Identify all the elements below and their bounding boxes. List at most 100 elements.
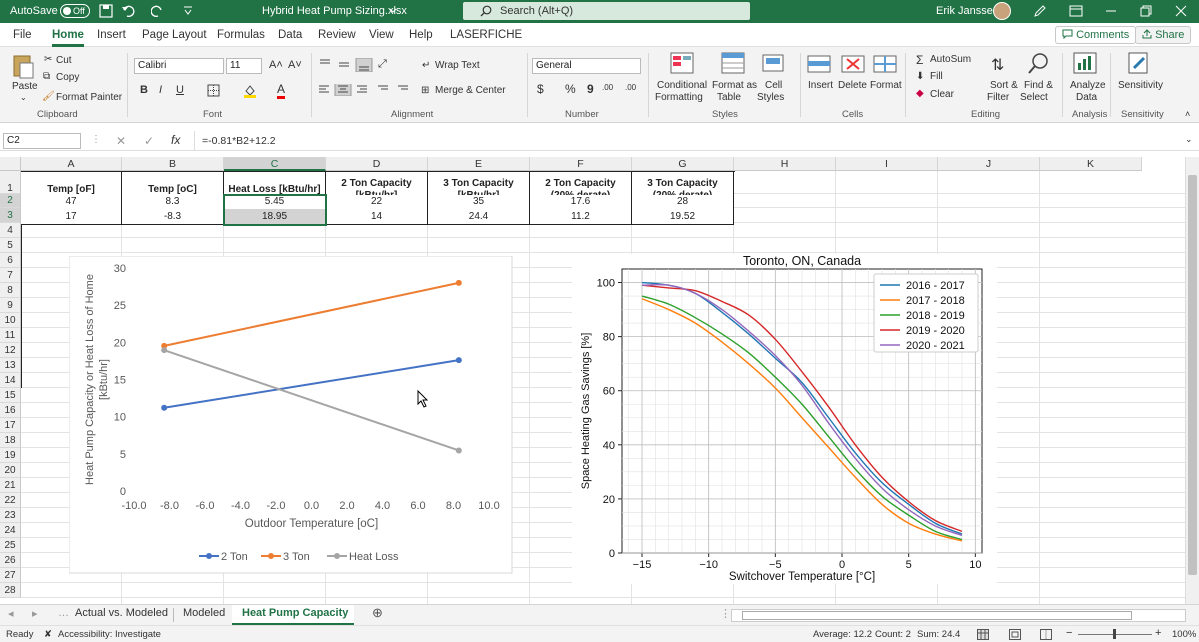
normal-view-icon[interactable] [977, 629, 989, 640]
row-header-22[interactable]: 22 [0, 493, 21, 508]
prev-sheet-icon[interactable]: ◂ [8, 607, 14, 620]
data-point[interactable] [161, 404, 168, 411]
underline-icon[interactable]: U [176, 84, 184, 96]
cell-styles-label2[interactable]: Styles [757, 92, 784, 103]
delete-cells-button[interactable]: Delete [838, 80, 867, 91]
row-header-4[interactable]: 4 [0, 223, 21, 238]
column-header-j[interactable]: J [938, 157, 1040, 171]
row-header-2[interactable]: 2 [0, 194, 21, 208]
font-size-select[interactable]: 11 [226, 58, 262, 74]
clear-button[interactable]: Clear [930, 89, 954, 100]
sheet-tab-actual-vs-modeled[interactable]: Actual vs. Modeled [75, 607, 168, 619]
cancel-icon[interactable]: ✕ [116, 134, 126, 148]
table-cell[interactable]: -8.3 [122, 209, 224, 225]
table-cell[interactable]: 35 [428, 195, 530, 210]
row-header-16[interactable]: 16 [0, 403, 21, 418]
delete-cells-icon[interactable] [841, 52, 867, 76]
analyze-data-icon[interactable] [1073, 52, 1099, 76]
active-sheet-tab[interactable]: Heat Pump Capacity [232, 605, 354, 625]
avatar[interactable] [993, 2, 1011, 20]
analyze-data-label1[interactable]: Analyze [1070, 80, 1106, 91]
increase-decimal-icon[interactable]: .00 [602, 83, 613, 92]
sort-filter-label1[interactable]: Sort & [990, 80, 1018, 91]
horizontal-scrollbar[interactable] [731, 609, 1186, 622]
redo-icon[interactable] [151, 4, 165, 18]
wrap-text-button[interactable]: Wrap Text [435, 60, 480, 71]
select-all-button[interactable] [0, 157, 21, 171]
row-header-13[interactable]: 13 [0, 358, 21, 373]
find-select-icon[interactable] [1027, 52, 1051, 76]
save-icon[interactable] [99, 4, 113, 18]
expand-formula-bar-icon[interactable]: ⌄ [1185, 134, 1193, 145]
horizontal-align-icons[interactable] [318, 84, 410, 96]
conditional-formatting-icon[interactable] [670, 52, 696, 76]
row-header-3[interactable]: 3 [0, 208, 21, 223]
row-header-25[interactable]: 25 [0, 538, 21, 553]
pen-icon[interactable] [1033, 4, 1047, 18]
row-header-26[interactable]: 26 [0, 553, 21, 568]
data-point[interactable] [161, 347, 168, 354]
row-header-24[interactable]: 24 [0, 523, 21, 538]
table-cell[interactable]: 14 [326, 209, 428, 225]
table-cell[interactable]: 17 [21, 209, 122, 225]
restore-icon[interactable] [1140, 5, 1152, 17]
tab-review[interactable]: Review [318, 29, 356, 41]
column-header-i[interactable]: I [836, 157, 938, 171]
table-cell[interactable]: 47 [21, 195, 122, 210]
row-header-21[interactable]: 21 [0, 478, 21, 493]
row-header-28[interactable]: 28 [0, 583, 21, 598]
ribbon-display-icon[interactable] [1069, 5, 1083, 17]
share-button[interactable]: Share [1135, 26, 1192, 44]
row-header-6[interactable]: 6 [0, 253, 21, 268]
column-header-d[interactable]: D [326, 157, 428, 171]
conditional-formatting-label1[interactable]: Conditional [657, 80, 707, 91]
vertical-align-icons[interactable] [318, 58, 378, 72]
copy-button[interactable]: Copy [56, 72, 79, 83]
borders-icon[interactable] [207, 84, 221, 97]
user-name[interactable]: Erik Janssen [936, 5, 999, 17]
table-cell[interactable]: 28 [632, 195, 734, 210]
search-box[interactable]: Search (Alt+Q) [463, 2, 750, 20]
row-header-11[interactable]: 11 [0, 328, 21, 343]
count-status[interactable]: Count: 2 [875, 629, 911, 640]
column-header-c[interactable]: C [224, 157, 326, 171]
sum-status[interactable]: Sum: 24.4 [917, 629, 960, 640]
zoom-in-icon[interactable]: + [1155, 627, 1161, 639]
format-cells-icon[interactable] [873, 52, 899, 76]
font-color-icon[interactable]: A [277, 82, 286, 99]
column-header-k[interactable]: K [1040, 157, 1142, 171]
sheet-tab-modeled[interactable]: Modeled [183, 607, 225, 619]
row-header-20[interactable]: 20 [0, 463, 21, 478]
row-header-5[interactable]: 5 [0, 238, 21, 253]
name-box[interactable]: C2 [3, 133, 81, 149]
undo-icon[interactable] [121, 4, 137, 18]
bold-icon[interactable]: B [140, 84, 148, 96]
tab-page-layout[interactable]: Page Layout [142, 29, 207, 41]
row-header-14[interactable]: 14 [0, 373, 21, 388]
decrease-decimal-icon[interactable]: .00 [625, 83, 636, 92]
cell-styles-label1[interactable]: Cell [765, 80, 782, 91]
row-header-17[interactable]: 17 [0, 418, 21, 433]
font-name-select[interactable]: Calibri [134, 58, 224, 74]
vertical-scrollbar[interactable] [1185, 157, 1199, 604]
fill-color-icon[interactable] [243, 83, 257, 98]
comma-icon[interactable]: 9 [587, 82, 594, 96]
paste-button[interactable]: Paste [12, 81, 38, 92]
insert-cells-button[interactable]: Insert [808, 80, 833, 91]
paste-icon[interactable] [12, 53, 34, 79]
percent-icon[interactable]: % [565, 82, 576, 96]
italic-icon[interactable]: I [159, 84, 162, 96]
sort-filter-label2[interactable]: Filter [987, 92, 1009, 103]
collapse-ribbon-icon[interactable]: ˄ [1185, 109, 1190, 119]
table-cell[interactable]: 19.52 [632, 209, 734, 225]
format-as-table-label2[interactable]: Table [717, 92, 741, 103]
data-point[interactable] [455, 447, 462, 454]
page-break-view-icon[interactable] [1040, 629, 1052, 640]
tab-help[interactable]: Help [409, 29, 433, 41]
row-header-27[interactable]: 27 [0, 568, 21, 583]
row-header-1[interactable]: 1 [0, 171, 21, 194]
column-header-e[interactable]: E [428, 157, 530, 171]
formula-input[interactable]: =-0.81*B2+12.2 [202, 135, 276, 147]
close-icon[interactable] [1175, 5, 1187, 17]
format-as-table-label1[interactable]: Format as [712, 80, 757, 91]
